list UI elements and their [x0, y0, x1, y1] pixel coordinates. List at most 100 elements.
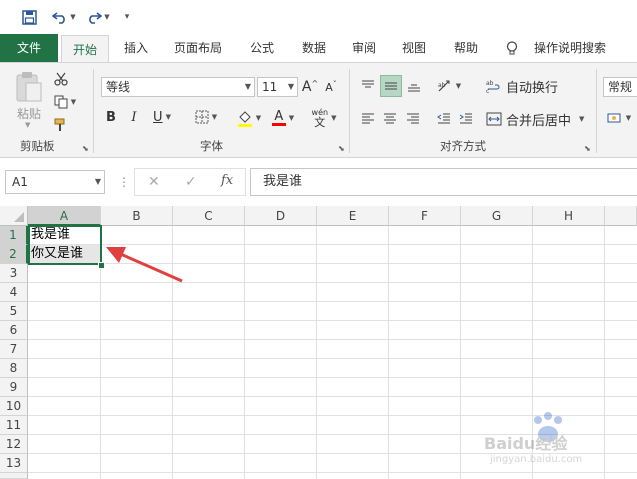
more-dots-icon: ⋮ — [118, 175, 130, 189]
lightbulb-icon[interactable] — [506, 41, 518, 59]
borders-button[interactable]: ▼ — [188, 107, 224, 127]
accounting-format-icon[interactable]: ▼ — [604, 107, 634, 129]
font-size-select[interactable]: 11 ▼ — [257, 77, 298, 97]
font-size-value: 11 — [262, 80, 278, 94]
wrap-text-button[interactable]: ab c 自动换行 — [486, 75, 566, 97]
grow-font-button[interactable]: A ^ — [301, 77, 319, 97]
formula-content: 我是谁 — [263, 174, 303, 189]
decrease-indent-icon[interactable] — [434, 109, 454, 129]
formula-input[interactable]: 我是谁 — [250, 168, 637, 196]
column-header-partial[interactable] — [605, 206, 637, 226]
align-center-icon[interactable] — [380, 109, 400, 129]
cell-a2[interactable]: 你又是谁 — [29, 245, 101, 264]
column-header-g[interactable]: G — [461, 206, 533, 226]
wrap-text-icon: abc — [486, 80, 500, 93]
gridline — [28, 377, 637, 378]
gridline — [28, 301, 637, 302]
font-name-select[interactable]: 等线 ▼ — [101, 77, 255, 97]
tab-page-layout[interactable]: 页面布局 — [166, 34, 230, 62]
cancel-icon[interactable]: ✕ — [148, 174, 160, 190]
column-header-e[interactable]: E — [317, 206, 389, 226]
column-header-h[interactable]: H — [533, 206, 605, 226]
font-color-button[interactable]: A ▼ — [267, 107, 299, 129]
baidu-watermark: Baidu经验 jingyan.baidu.com — [484, 412, 614, 472]
row-header-5[interactable]: 5 — [0, 302, 28, 321]
redo-icon[interactable]: ▼ — [84, 6, 112, 28]
row-header-13[interactable]: 13 — [0, 454, 28, 473]
alignment-launcher-icon[interactable]: ⬊ — [584, 145, 592, 153]
column-header-c[interactable]: C — [173, 206, 245, 226]
fill-color-icon — [237, 111, 252, 127]
chevron-down-icon: ▼ — [94, 177, 101, 186]
tab-formulas[interactable]: 公式 — [240, 34, 284, 62]
phonetic-guide-button[interactable]: wén 文 ▼ — [307, 105, 341, 131]
format-painter-icon[interactable] — [50, 115, 72, 135]
tab-view[interactable]: 视图 — [392, 34, 436, 62]
underline-icon: U — [153, 109, 163, 125]
italic-button[interactable]: I — [125, 107, 143, 127]
divider — [596, 69, 597, 153]
row-header-4[interactable]: 4 — [0, 283, 28, 302]
row-header-10[interactable]: 10 — [0, 397, 28, 416]
bold-button[interactable]: B — [102, 107, 120, 127]
tab-insert[interactable]: 插入 — [114, 34, 158, 62]
cell-a1[interactable]: 我是谁 — [29, 226, 101, 245]
orientation-icon[interactable]: ab ▼ — [434, 75, 464, 97]
save-icon[interactable] — [18, 6, 40, 28]
paste-label[interactable]: 粘贴 — [14, 105, 44, 122]
gridline — [28, 358, 637, 359]
shrink-font-button[interactable]: Aˇ — [322, 77, 340, 97]
watermark-url: jingyan.baidu.com — [490, 454, 583, 465]
row-header-3[interactable]: 3 — [0, 264, 28, 283]
column-header-f[interactable]: F — [389, 206, 461, 226]
merge-center-button[interactable]: 合并后居中 ▼ — [486, 108, 598, 130]
row-header-6[interactable]: 6 — [0, 321, 28, 340]
copy-icon[interactable]: ▼ — [50, 92, 80, 112]
row-header-1[interactable]: 1 — [0, 226, 28, 245]
select-all-corner[interactable] — [0, 206, 28, 226]
align-left-icon[interactable] — [358, 109, 378, 129]
align-right-icon[interactable] — [403, 109, 423, 129]
watermark-brand: Baidu经验 — [484, 434, 568, 453]
worksheet-grid[interactable]: A B C D E F G H 1 2 3 4 5 6 7 8 9 10 11 … — [0, 206, 637, 479]
fill-color-button[interactable]: ▼ — [233, 107, 265, 129]
row-header-7[interactable]: 7 — [0, 340, 28, 359]
tab-file[interactable]: 文件 — [0, 34, 58, 62]
name-box-value: A1 — [12, 175, 28, 189]
clipboard-launcher-icon[interactable]: ⬊ — [82, 145, 90, 153]
column-header-b[interactable]: B — [101, 206, 173, 226]
row-header-12[interactable]: 12 — [0, 435, 28, 454]
tab-home[interactable]: 开始 — [61, 35, 109, 63]
paste-dropdown-icon[interactable]: ▼ — [25, 121, 30, 129]
row-header-2[interactable]: 2 — [0, 245, 28, 264]
tab-data[interactable]: 数据 — [292, 34, 336, 62]
customize-qat-icon[interactable]: ▾ — [118, 6, 136, 28]
increase-indent-icon[interactable] — [456, 109, 476, 129]
number-format-select[interactable]: 常规 — [603, 77, 637, 97]
name-box[interactable]: A1 ▼ — [5, 170, 105, 194]
tab-review[interactable]: 审阅 — [342, 34, 386, 62]
tab-help[interactable]: 帮助 — [444, 34, 488, 62]
font-group-label: 字体 — [200, 139, 223, 153]
row-header-11[interactable]: 11 — [0, 416, 28, 435]
svg-text:c: c — [486, 88, 489, 93]
undo-icon[interactable]: ▼ — [50, 6, 78, 28]
gridline — [28, 472, 637, 473]
enter-icon[interactable]: ✓ — [185, 174, 197, 190]
column-header-d[interactable]: D — [245, 206, 317, 226]
paste-icon[interactable] — [14, 71, 44, 103]
align-bottom-icon[interactable] — [404, 75, 424, 97]
align-top-icon[interactable] — [358, 75, 378, 97]
tell-me-search[interactable]: 操作说明搜索 — [528, 34, 612, 62]
insert-function-icon[interactable]: fx — [221, 173, 233, 188]
underline-button[interactable]: U ▼ — [147, 107, 177, 127]
align-middle-icon[interactable] — [380, 75, 402, 97]
font-color-bar — [271, 123, 286, 126]
column-header-a[interactable]: A — [28, 206, 101, 226]
row-header-8[interactable]: 8 — [0, 359, 28, 378]
divider — [93, 69, 94, 153]
row-header-9[interactable]: 9 — [0, 378, 28, 397]
row-header-partial[interactable] — [0, 473, 28, 479]
font-launcher-icon[interactable]: ⬊ — [338, 145, 346, 153]
cut-icon[interactable] — [50, 69, 72, 89]
